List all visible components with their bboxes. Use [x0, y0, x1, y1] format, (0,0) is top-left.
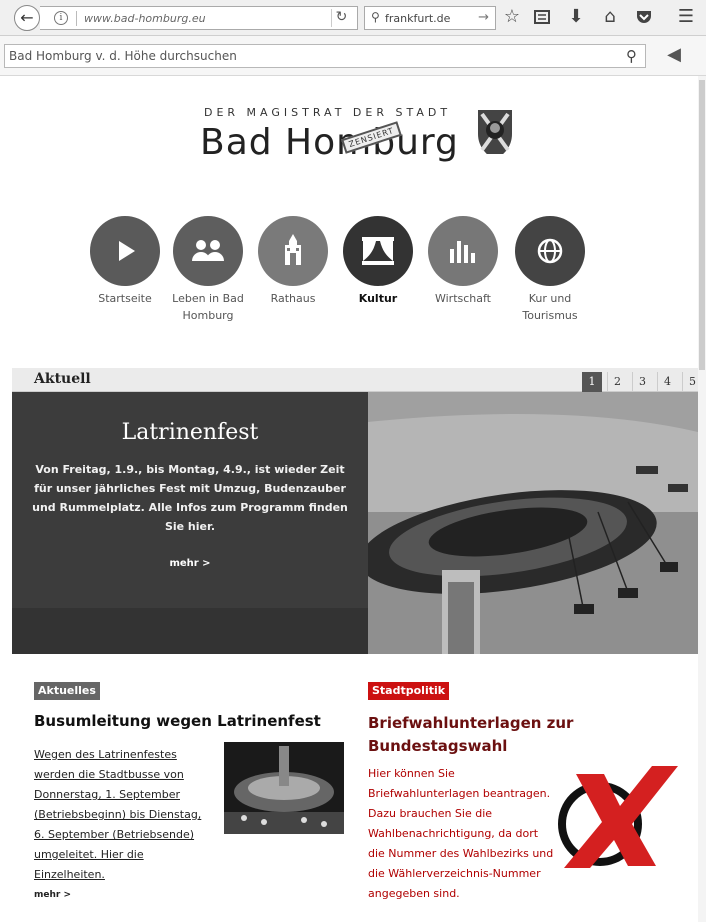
category-tag-stadtpolitik[interactable]: Stadtpolitik [368, 682, 450, 700]
feature-teaser[interactable]: Latrinenfest Von Freitag, 1.9., bis Mont… [12, 392, 368, 654]
reading-list-icon[interactable] [530, 5, 554, 29]
search-icon: ⚲ [371, 10, 380, 24]
fest-thumbnail [224, 742, 344, 834]
search-query[interactable]: frankfurt.de [385, 12, 450, 25]
aktuell-label: Aktuell [34, 371, 91, 387]
scrollbar-thumb[interactable] [699, 80, 705, 370]
url-text[interactable]: www.bad-homburg.eu [84, 12, 206, 25]
back-arrow-icon[interactable]: ← [14, 5, 40, 31]
url-bar[interactable]: i www.bad-homburg.eu ↻ [40, 6, 358, 30]
nav-tourismus[interactable]: Kur und Tourismus [500, 216, 600, 324]
url-separator [76, 11, 77, 26]
site-search-placeholder: Bad Homburg v. d. Höhe durchsuchen [9, 49, 237, 63]
site-search-bar: Bad Homburg v. d. Höhe durchsuchen ⚲ ◀ [0, 36, 706, 76]
ballot-cross-icon [558, 766, 678, 868]
news-text-bus[interactable]: Wegen des Latrinenfestes werden die Stad… [34, 745, 214, 885]
logo-title: Bad Homburg [200, 122, 459, 163]
aktuell-header: Aktuell 12345 [12, 368, 706, 392]
speaker-icon[interactable]: ◀ [660, 44, 688, 68]
star-icon[interactable]: ☆ [500, 5, 524, 29]
pocket-icon[interactable] [632, 5, 656, 29]
theater-icon [343, 216, 413, 286]
news-title-bus[interactable]: Busumleitung wegen Latrinenfest [34, 712, 321, 730]
site-logo[interactable]: DER MAGISTRAT DER STADT Bad Homburg ZENS… [200, 102, 520, 172]
feature-footer-strip [12, 608, 368, 654]
news-text-briefwahl[interactable]: Hier können Sie Briefwahlunterlagen bean… [368, 764, 554, 904]
menu-icon[interactable]: ☰ [674, 5, 698, 29]
reload-icon[interactable]: ↻ [331, 9, 351, 27]
search-bar[interactable]: ⚲ frankfurt.de → [364, 6, 496, 30]
info-icon[interactable]: i [54, 11, 68, 25]
nav-wirtschaft[interactable]: Wirtschaft [413, 216, 513, 307]
page-button-2[interactable]: 2 [607, 372, 627, 392]
download-icon[interactable]: ⬇ [564, 5, 588, 29]
townhall-icon [258, 216, 328, 286]
page-button-1[interactable]: 1 [582, 372, 602, 392]
swing-ride-photo [368, 392, 698, 654]
globe-icon [515, 216, 585, 286]
search-icon[interactable]: ⚲ [626, 47, 637, 65]
feature-more-link[interactable]: mehr > [12, 558, 368, 569]
bar-chart-icon [428, 216, 498, 286]
logo-subtitle: DER MAGISTRAT DER STADT [204, 106, 452, 119]
page-scrollbar[interactable] [698, 76, 706, 922]
news-text-bus-link[interactable]: Wegen des Latrinenfestes werden die Stad… [34, 748, 201, 881]
browser-toolbar: ← i www.bad-homburg.eu ↻ ⚲ frankfurt.de … [0, 0, 706, 36]
play-icon [90, 216, 160, 286]
page-button-4[interactable]: 4 [657, 372, 677, 392]
news-more-link[interactable]: mehr > [34, 890, 71, 900]
go-arrow-icon[interactable]: → [478, 10, 489, 25]
nav-label: Kur und Tourismus [522, 292, 578, 322]
home-icon[interactable]: ⌂ [598, 5, 622, 29]
nav-label: Wirtschaft [434, 292, 491, 305]
feature-text: Von Freitag, 1.9., bis Montag, 4.9., ist… [32, 463, 348, 533]
people-icon [173, 216, 243, 286]
anonymous-crest-icon [472, 110, 518, 161]
news-image-fest[interactable] [224, 742, 344, 834]
slider-pagination: 12345 [577, 370, 702, 392]
news-title-briefwahl[interactable]: Briefwahlunterlagen zur Bundestagswahl [368, 712, 598, 758]
category-tag-aktuelles[interactable]: Aktuelles [34, 682, 100, 700]
site-search-input[interactable]: Bad Homburg v. d. Höhe durchsuchen ⚲ [4, 44, 646, 68]
page-button-3[interactable]: 3 [632, 372, 652, 392]
feature-image-swing-ride[interactable] [368, 392, 698, 654]
feature-title: Latrinenfest [121, 420, 259, 445]
